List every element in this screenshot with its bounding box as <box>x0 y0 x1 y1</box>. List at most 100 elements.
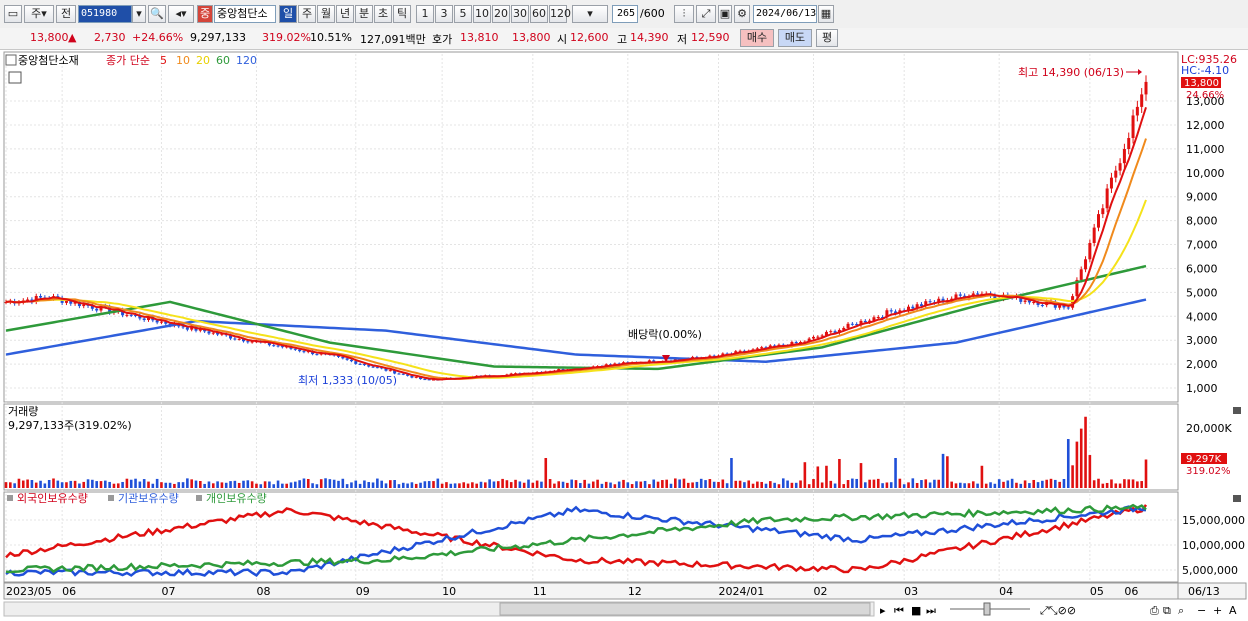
draw-tools-icon[interactable]: ⤢⤡⊘⊘ <box>1040 604 1076 617</box>
period-tab-2[interactable]: 월 <box>317 5 335 23</box>
zoom-in-icon[interactable]: + <box>1213 604 1222 617</box>
volume-bar <box>112 483 116 488</box>
stop-icon[interactable]: ■ <box>911 604 921 617</box>
volume-bar <box>363 480 366 488</box>
volume-bar <box>272 484 276 488</box>
scroll-last-icon[interactable]: ⏭ <box>926 604 936 617</box>
candle-body <box>371 366 375 368</box>
stock-badge: 중 <box>197 5 213 23</box>
interval-tab-7[interactable]: 120 <box>549 5 571 23</box>
holding-close-icon[interactable] <box>1233 495 1241 502</box>
volume-bar <box>773 482 776 488</box>
stock-code-input[interactable]: 051980 <box>78 5 132 23</box>
date-input[interactable]: 2024/06/13 <box>753 5 817 23</box>
chart-type-icon[interactable]: ⫶ <box>674 5 694 23</box>
ma60-label: 60 <box>216 54 230 67</box>
volume-bar <box>406 483 409 488</box>
candle-body <box>1118 163 1122 171</box>
scrollbar-thumb[interactable] <box>499 602 871 616</box>
period-tab-4[interactable]: 분 <box>355 5 373 23</box>
holding-ytick: 5,000,000 <box>1182 564 1238 577</box>
candle-body <box>375 367 379 369</box>
save-icon[interactable]: ▣ <box>718 5 732 23</box>
candle-body <box>272 345 276 347</box>
volume-bar <box>39 480 42 488</box>
volume-bar <box>1097 478 1100 488</box>
period-tab-5[interactable]: 초 <box>374 5 392 23</box>
volume-bar <box>579 483 582 488</box>
settings-icon[interactable]: ⚙ <box>734 5 750 23</box>
volume-bar <box>384 483 388 488</box>
interval-tab-2[interactable]: 5 <box>454 5 472 23</box>
calendar-icon[interactable]: ▦ <box>818 5 834 23</box>
volume-bar <box>902 484 906 488</box>
volume-bar <box>1101 483 1105 488</box>
search-icon[interactable]: 🔍 <box>148 5 166 23</box>
zoom-out-icon[interactable]: − <box>1197 604 1206 617</box>
period-tab-1[interactable]: 주 <box>298 5 316 23</box>
interval-tab-6[interactable]: 60 <box>530 5 548 23</box>
volume-bar <box>833 483 837 488</box>
prev-button[interactable]: 전 <box>56 5 76 23</box>
volume-bar <box>285 483 288 488</box>
volume-bar <box>1028 483 1031 488</box>
interval-tab-3[interactable]: 10 <box>473 5 491 23</box>
indicator-icon[interactable]: ⤢ <box>696 5 716 23</box>
sell-button[interactable]: 매도 <box>778 29 812 47</box>
candle-body <box>293 348 297 350</box>
price-ytick: 2,000 <box>1186 358 1218 371</box>
volume-bar <box>868 479 871 488</box>
table-view-icon[interactable] <box>8 71 22 84</box>
scroll-right-icon[interactable]: ▸ <box>880 604 886 617</box>
eval-button[interactable]: 평 <box>816 29 838 47</box>
volume-bar <box>95 481 98 488</box>
sound-icon[interactable]: ◂▾ <box>168 5 194 23</box>
volume-value: 9,297,133 <box>190 31 246 44</box>
candle-body <box>1092 227 1096 243</box>
volume-bar <box>47 479 51 488</box>
interval-tab-0[interactable]: 1 <box>416 5 434 23</box>
volume-bar <box>531 482 535 488</box>
price-ytick: 1,000 <box>1186 382 1218 395</box>
panel-menu-icon[interactable] <box>5 54 17 66</box>
volume-note: 9,297,133주(319.02%) <box>8 419 132 432</box>
window-menu-icon[interactable]: ▭ <box>4 5 22 23</box>
zoom-slider-handle[interactable] <box>983 602 991 616</box>
trade-amount: 127,091백만 <box>360 33 426 46</box>
volume-bar <box>121 481 124 488</box>
print-icon[interactable]: ⎙ <box>1150 604 1159 617</box>
code-dropdown-icon[interactable]: ▾ <box>132 5 146 23</box>
volume-bar <box>963 483 966 488</box>
volume-bar <box>1054 479 1057 488</box>
volume-bar <box>479 481 483 488</box>
period-tab-0[interactable]: 일 <box>279 5 297 23</box>
search-chart-icon[interactable]: ⌕ <box>1178 604 1184 617</box>
period-tab-3[interactable]: 년 <box>336 5 354 23</box>
volume-bar <box>617 481 621 488</box>
scroll-first-icon[interactable]: ⏮ <box>894 604 904 617</box>
interval-dropdown[interactable]: ▾ <box>572 5 608 23</box>
market-select[interactable]: 주▾ <box>24 5 54 23</box>
volume-bar <box>622 479 625 488</box>
period-tab-6[interactable]: 틱 <box>393 5 411 23</box>
volume-bar <box>609 482 612 488</box>
copy-icon[interactable]: ⧉ <box>1163 604 1171 617</box>
volume-bar <box>1110 479 1113 488</box>
ma-label: 종가 단순 <box>106 54 150 67</box>
interval-tab-5[interactable]: 30 <box>511 5 529 23</box>
volume-bar <box>306 479 310 488</box>
volume-bar <box>13 483 16 488</box>
volume-close-icon[interactable] <box>1233 407 1241 414</box>
change-pct: +24.66% <box>132 31 184 44</box>
min-note: 최저 1,333 (10/05) <box>298 374 397 387</box>
interval-tab-1[interactable]: 3 <box>435 5 453 23</box>
volume-bar <box>17 478 21 488</box>
buy-button[interactable]: 매수 <box>740 29 774 47</box>
font-size-icon[interactable]: A <box>1229 604 1237 617</box>
stock-chart[interactable]: 13,00012,00011,00010,0009,0008,0007,0006… <box>0 50 1248 621</box>
stock-name-field[interactable]: 중앙첨단소 <box>214 5 276 23</box>
count-input[interactable]: 265 <box>612 5 638 23</box>
interval-tab-4[interactable]: 20 <box>492 5 510 23</box>
volume-bar <box>298 480 301 488</box>
candle-body <box>1058 305 1062 308</box>
